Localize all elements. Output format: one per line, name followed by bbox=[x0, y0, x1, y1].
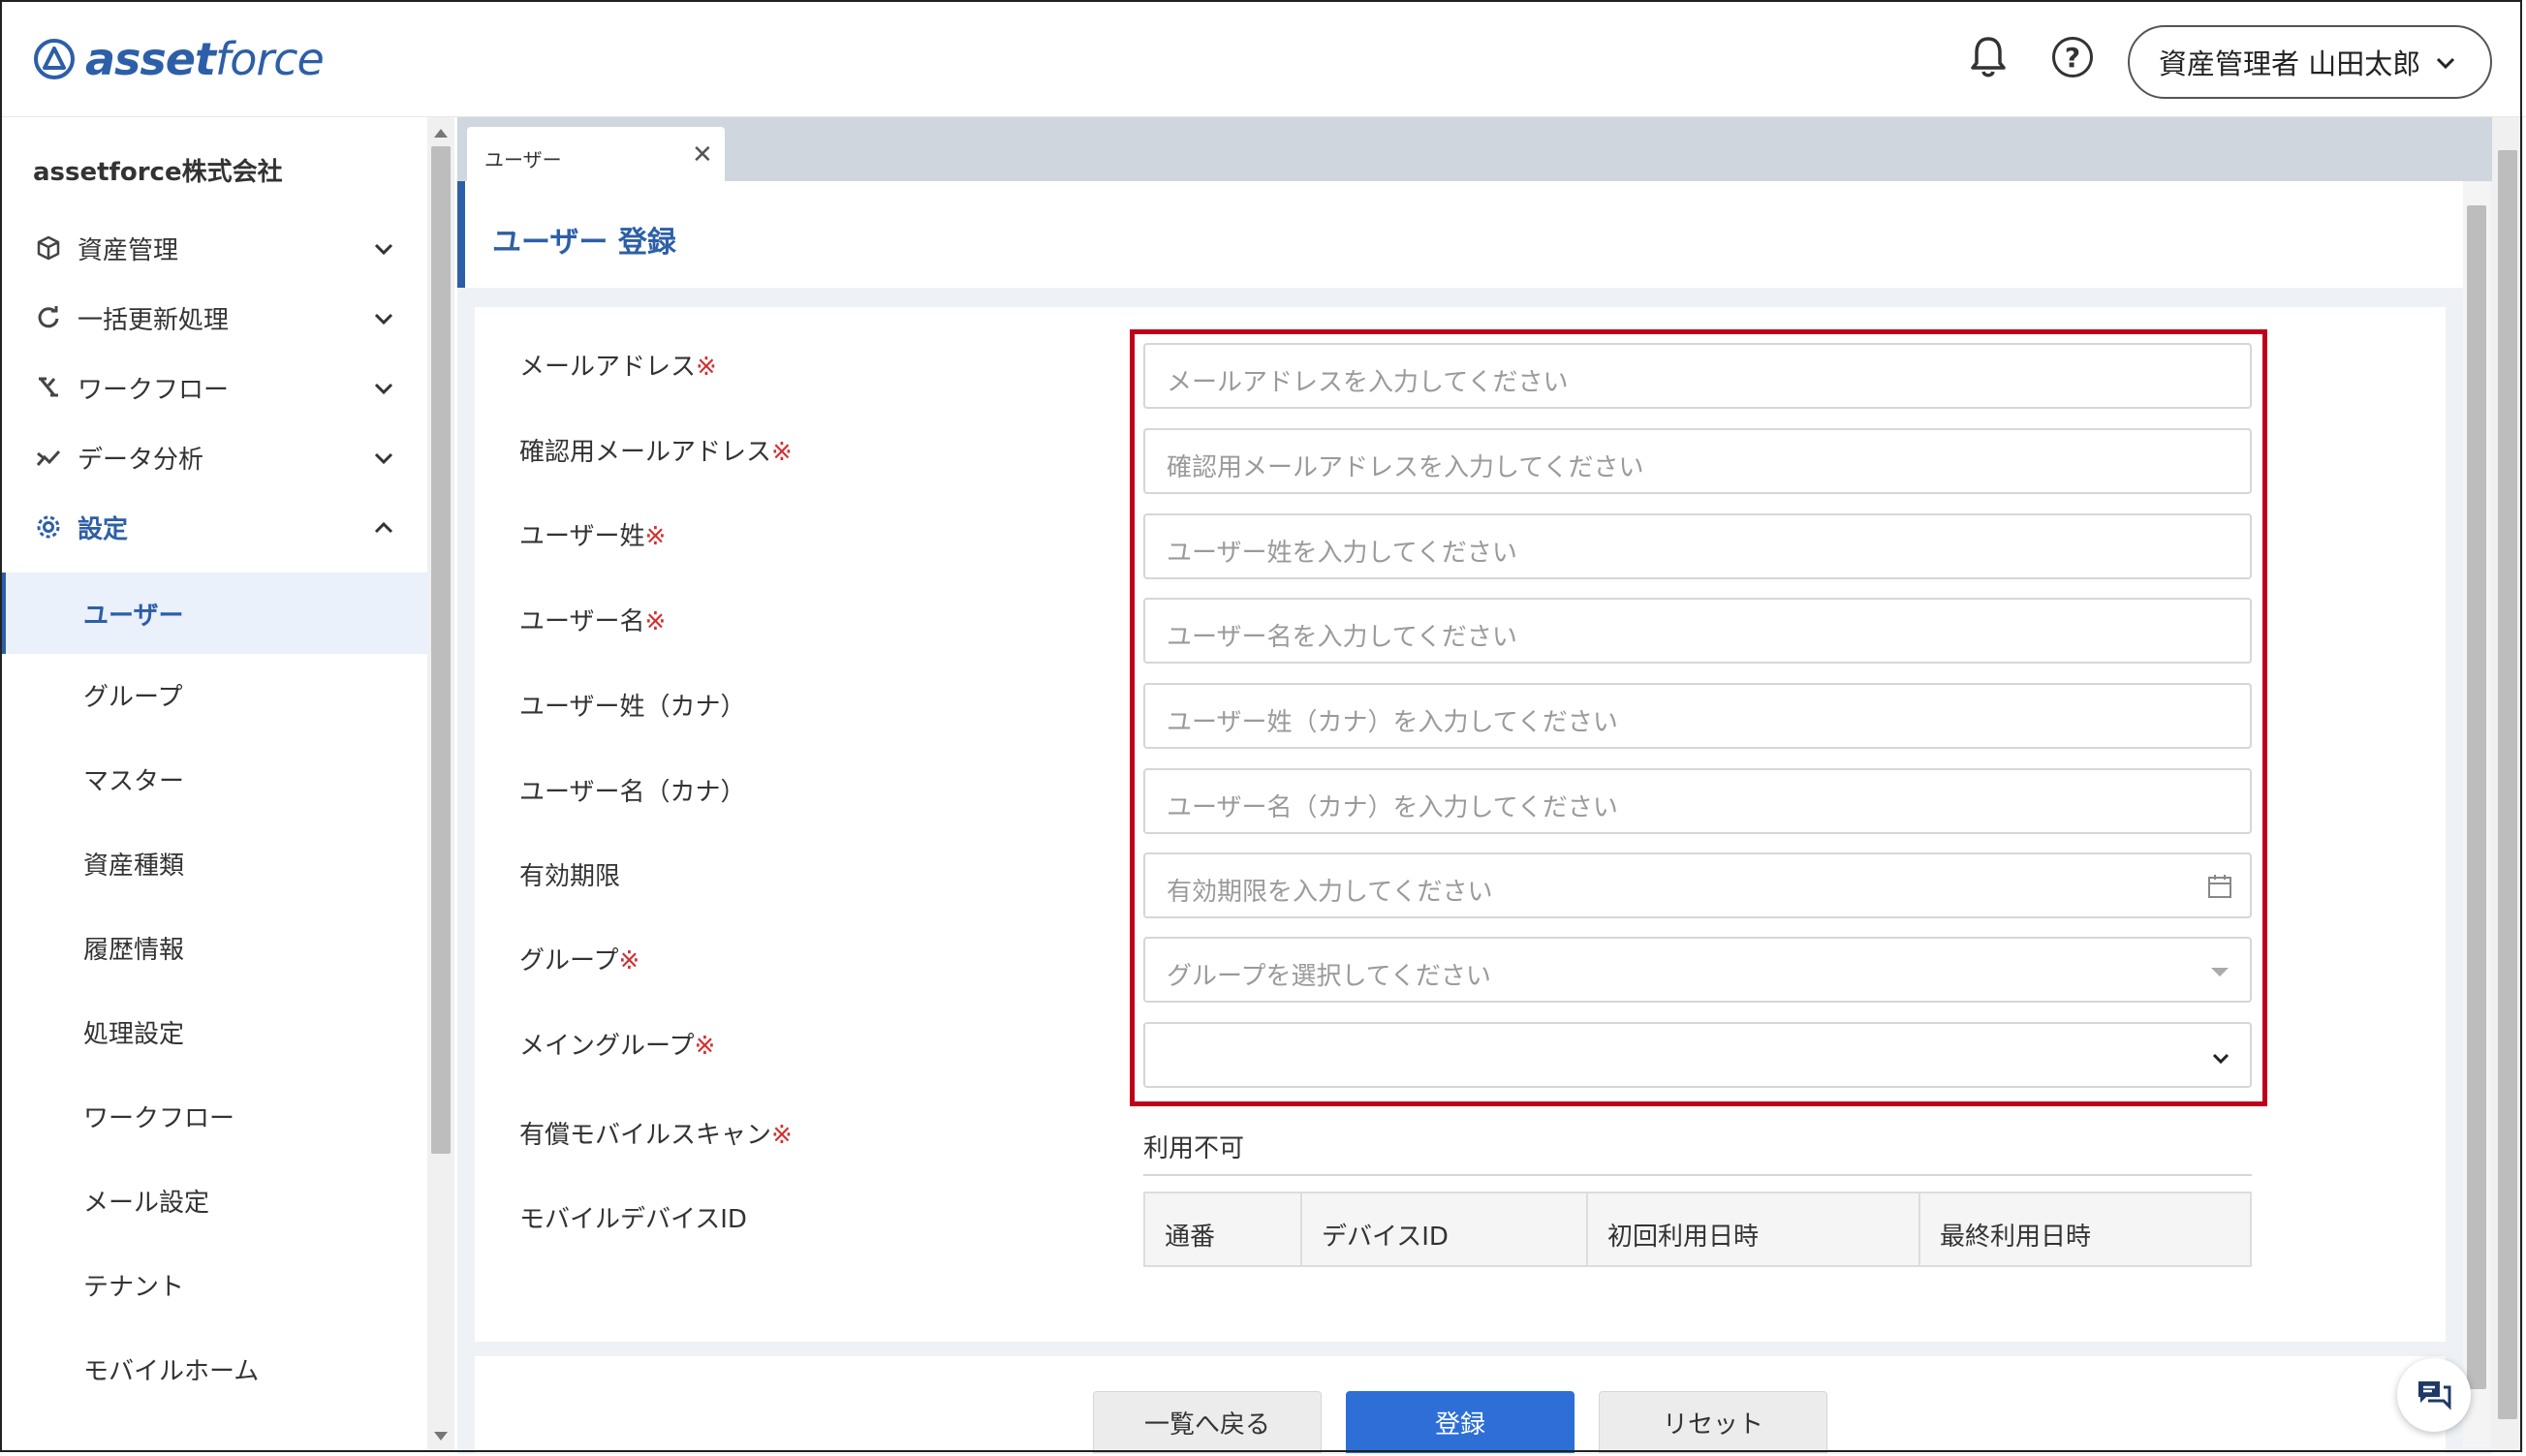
label-last-name-kana: ユーザー姓（カナ） bbox=[519, 693, 746, 722]
help-icon[interactable]: ? bbox=[2052, 37, 2093, 77]
user-menu-button[interactable]: 資産管理者 山田太郎 bbox=[2128, 25, 2492, 99]
label-last-name: ユーザー姓※ bbox=[519, 522, 667, 551]
last-name-input[interactable]: ユーザー姓を入力してください bbox=[1143, 513, 2252, 579]
sidebar-scroll-thumb[interactable] bbox=[431, 146, 451, 1154]
scroll-down-arrow-icon[interactable] bbox=[434, 1432, 448, 1441]
label-email: メールアドレス※ bbox=[519, 353, 717, 382]
chat-icon bbox=[2418, 1381, 2451, 1410]
box-icon bbox=[37, 235, 60, 261]
label-mobile-scan: 有償モバイルスキャン※ bbox=[519, 1121, 793, 1150]
back-to-list-button[interactable]: 一覧へ戻る bbox=[1093, 1391, 1322, 1453]
sidebar-item-mobile-home[interactable]: モバイルホーム bbox=[0, 1328, 427, 1410]
label-mobile-device-id: モバイルデバイスID bbox=[519, 1205, 747, 1234]
sidebar-item-history[interactable]: 履歴情報 bbox=[0, 907, 427, 988]
gear-icon bbox=[37, 515, 60, 539]
chevron-up-icon bbox=[374, 521, 393, 534]
device-table-header: 通番 デバイスID 初回利用日時 最終利用日時 bbox=[1143, 1192, 2252, 1267]
sidebar-scrollbar[interactable] bbox=[427, 117, 454, 1452]
chevron-down-icon bbox=[374, 243, 393, 256]
sidebar-item-bulk-update[interactable]: 一括更新処理 bbox=[0, 284, 427, 352]
content-scroll-thumb[interactable] bbox=[2467, 205, 2486, 1389]
sidebar-item-workflow[interactable]: ワークフロー bbox=[0, 354, 427, 421]
dropdown-arrow-icon bbox=[2211, 968, 2229, 976]
table-header-cell: 通番 bbox=[1145, 1193, 1302, 1265]
sidebar: assetforce株式会社 資産管理 一括更新処理 ワークフロー データ分析 … bbox=[0, 117, 427, 1454]
assetforce-logo[interactable]: assetforce bbox=[33, 33, 325, 85]
sidebar-item-asset-types[interactable]: 資産種類 bbox=[0, 822, 427, 904]
expiry-date-input[interactable]: 有効期限を入力してください bbox=[1143, 852, 2252, 918]
page-title: ユーザー 登録 bbox=[492, 226, 676, 260]
reset-button[interactable]: リセット bbox=[1599, 1391, 1827, 1453]
chevron-down-icon bbox=[374, 383, 393, 395]
logo-mark-icon bbox=[34, 39, 75, 79]
sidebar-item-tenant[interactable]: テナント bbox=[0, 1244, 427, 1325]
table-header-cell: デバイスID bbox=[1302, 1193, 1588, 1265]
logo-text: assetforce bbox=[85, 33, 325, 85]
bell-icon[interactable] bbox=[1967, 33, 2010, 81]
label-main-group: メイングループ※ bbox=[519, 1032, 716, 1061]
label-first-name: ユーザー名※ bbox=[519, 607, 667, 636]
chevron-down-icon bbox=[374, 313, 393, 325]
content-scrollbar[interactable] bbox=[2463, 182, 2490, 1447]
first-name-kana-input[interactable]: ユーザー名（カナ）を入力してください bbox=[1143, 768, 2252, 834]
chevron-down-icon bbox=[2212, 1053, 2230, 1065]
top-header: assetforce ? 資産管理者 山田太郎 bbox=[0, 0, 2526, 117]
table-header-cell: 初回利用日時 bbox=[1588, 1193, 1920, 1265]
mobile-scan-status: 利用不可 bbox=[1143, 1134, 1245, 1163]
email-input[interactable]: メールアドレスを入力してください bbox=[1143, 343, 2252, 409]
sidebar-item-master[interactable]: マスター bbox=[0, 738, 427, 820]
sidebar-item-groups[interactable]: グループ bbox=[0, 654, 427, 735]
tab-users[interactable]: ユーザー ✕ bbox=[467, 127, 725, 181]
table-header-cell: 最終利用日時 bbox=[1940, 1223, 2092, 1252]
label-group: グループ※ bbox=[519, 946, 640, 976]
user-name: 資産管理者 山田太郎 bbox=[2159, 47, 2421, 80]
sidebar-item-process-settings[interactable]: 処理設定 bbox=[0, 991, 427, 1072]
sidebar-item-mail-settings[interactable]: メール設定 bbox=[0, 1160, 427, 1241]
group-select[interactable]: グループを選択してください bbox=[1143, 937, 2252, 1003]
page-header: ユーザー 登録 bbox=[457, 181, 2463, 288]
chart-icon bbox=[36, 449, 61, 466]
sidebar-item-users[interactable]: ユーザー bbox=[0, 573, 427, 654]
first-name-input[interactable]: ユーザー名を入力してください bbox=[1143, 598, 2252, 664]
sidebar-item-asset-management[interactable]: 資産管理 bbox=[0, 214, 427, 282]
chevron-down-icon bbox=[374, 452, 393, 465]
calendar-icon[interactable] bbox=[2207, 874, 2232, 899]
sidebar-item-data-analysis[interactable]: データ分析 bbox=[0, 423, 427, 491]
email-confirm-input[interactable]: 確認用メールアドレスを入力してください bbox=[1143, 428, 2252, 494]
company-name: assetforce株式会社 bbox=[33, 158, 283, 187]
sidebar-item-workflow-settings[interactable]: ワークフロー bbox=[0, 1075, 427, 1157]
register-button[interactable]: 登録 bbox=[1346, 1391, 1575, 1453]
chat-support-button[interactable] bbox=[2397, 1358, 2471, 1432]
workflow-icon bbox=[39, 377, 58, 397]
last-name-kana-input[interactable]: ユーザー姓（カナ）を入力してください bbox=[1143, 683, 2252, 749]
close-icon[interactable]: ✕ bbox=[692, 140, 713, 170]
chevron-down-icon bbox=[2436, 57, 2455, 70]
divider bbox=[1143, 1174, 2252, 1176]
label-email-confirm: 確認用メールアドレス※ bbox=[519, 438, 793, 467]
sidebar-item-settings[interactable]: 設定 bbox=[0, 493, 427, 561]
label-first-name-kana: ユーザー名（カナ） bbox=[519, 778, 746, 807]
page-scrollbar[interactable] bbox=[2492, 117, 2523, 1452]
page-scroll-thumb[interactable] bbox=[2498, 150, 2517, 1419]
refresh-icon bbox=[38, 306, 59, 328]
label-expiry: 有効期限 bbox=[519, 862, 621, 891]
tab-bar: ユーザー ✕ bbox=[457, 117, 2492, 181]
scroll-up-arrow-icon[interactable] bbox=[434, 129, 448, 138]
main-group-select[interactable] bbox=[1143, 1022, 2252, 1088]
